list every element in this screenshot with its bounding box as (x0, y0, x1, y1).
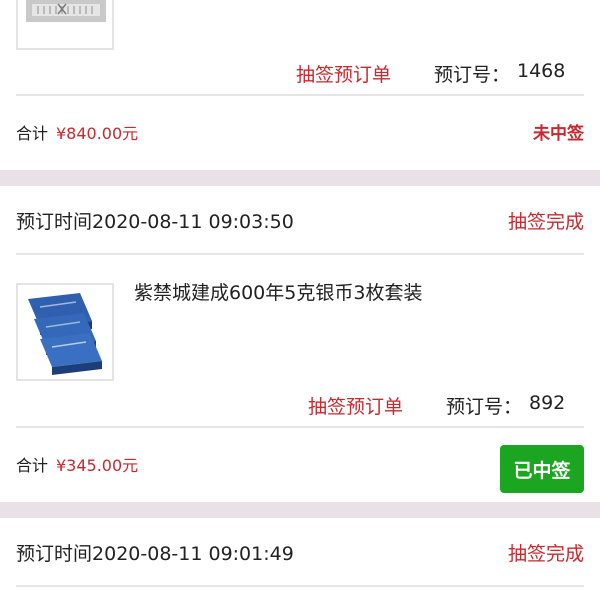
product-thumbnail[interactable] (16, 0, 114, 50)
order-list-screen: 抽签预订单 预订号： 1468 合计 ¥840.00元 未中签 预订时间2020… (0, 0, 600, 600)
presale-order-label: 抽签预订单 (308, 396, 404, 418)
divider (16, 94, 584, 96)
order-status: 抽签完成 (507, 211, 584, 233)
divider (16, 253, 584, 255)
order-time-label: 预订时间 (16, 543, 93, 565)
presale-order-label: 抽签预订单 (296, 64, 392, 86)
card-separator (0, 502, 600, 518)
order-number-value: 1468 (517, 60, 566, 82)
coin-box-set-image (18, 285, 112, 379)
order-number-label: 预订号： (446, 396, 523, 418)
divider (16, 585, 584, 587)
product-thumbnail[interactable] (16, 283, 114, 381)
order-time-value: 2020-08-11 09:01:49 (92, 543, 294, 565)
product-name[interactable]: 紫禁城建成600年5克银币3枚套装 (134, 278, 422, 305)
order-time-label: 预订时间 (16, 211, 93, 233)
lottery-result-lost: 未中签 (533, 124, 584, 144)
order-card-3[interactable]: 预订时间2020-08-11 09:01:49 抽签完成 (0, 518, 600, 600)
order-card-1[interactable]: 抽签预订单 预订号： 1468 合计 ¥840.00元 未中签 (0, 0, 600, 170)
card-separator (0, 170, 600, 186)
order-card-2[interactable]: 预订时间2020-08-11 09:03:50 抽签完成 紫禁城建成600年5克… (0, 186, 600, 502)
order-time: 预订时间2020-08-11 09:03:50 (16, 207, 294, 234)
order-status: 抽签完成 (507, 543, 584, 565)
silver-coin-set-image (18, 0, 112, 48)
total-label: 合计 (16, 456, 49, 475)
order-time-value: 2020-08-11 09:03:50 (92, 211, 294, 233)
total-price: ¥840.00元 (56, 124, 139, 143)
lottery-result-won-button[interactable]: 已中签 (500, 445, 584, 493)
order-number-label: 预订号： (434, 64, 511, 86)
total-label: 合计 (16, 124, 49, 143)
order-number-value: 892 (529, 392, 566, 414)
order-time: 预订时间2020-08-11 09:01:49 (16, 539, 294, 566)
total-price: ¥345.00元 (56, 456, 139, 475)
divider (16, 426, 584, 428)
